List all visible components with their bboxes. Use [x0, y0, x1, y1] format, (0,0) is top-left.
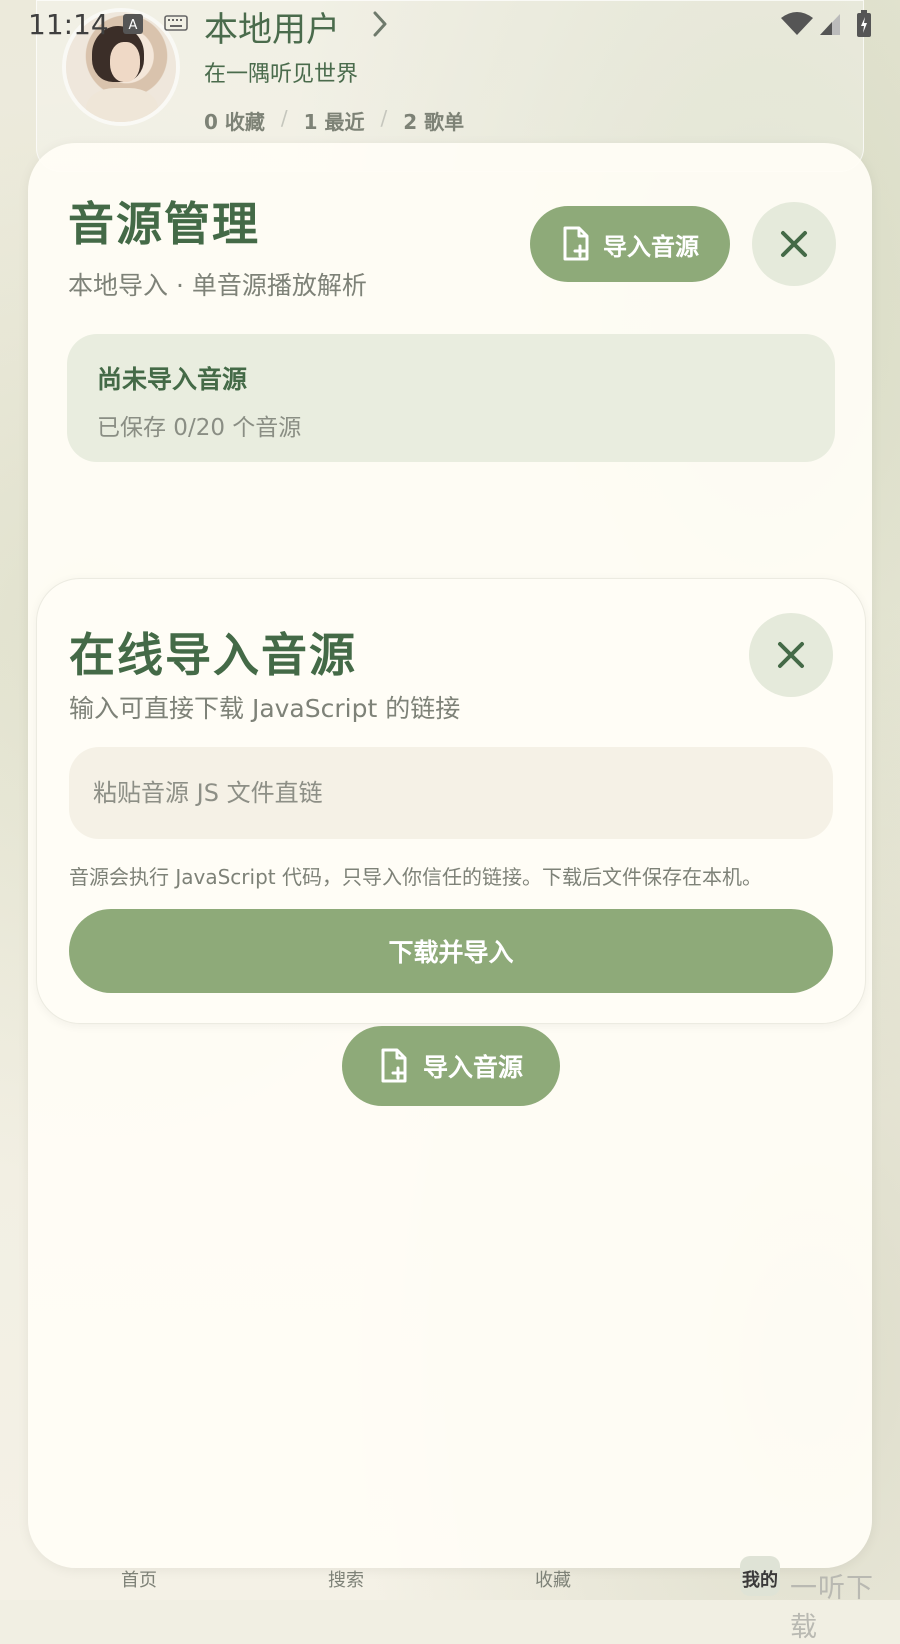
file-add-icon — [563, 226, 589, 261]
watermark: 一听下载 — [790, 1573, 874, 1643]
stat-recent[interactable]: 1 最近 — [304, 106, 365, 135]
accessibility-notification-icon: A — [123, 14, 143, 34]
sheet-subtitle: 本地导入 · 单音源播放解析 — [68, 271, 367, 300]
stat-favorites[interactable]: 0 收藏 — [204, 106, 265, 135]
dialog-title: 在线导入音源 — [69, 628, 357, 682]
user-bio: 在一隅听见世界 — [204, 62, 359, 87]
import-source-button[interactable]: 导入音源 — [530, 206, 730, 282]
nav-home[interactable]: 首页 — [89, 1566, 189, 1592]
keyboard-icon — [164, 15, 188, 31]
floating-import-source-label: 导入音源 — [422, 1053, 523, 1082]
sheet-title: 音源管理 — [68, 197, 260, 251]
close-dialog-button[interactable] — [749, 613, 833, 697]
status-time: 11:14 — [28, 8, 109, 41]
signal-icon — [820, 14, 840, 35]
status-bar: 11:14 A — [0, 0, 900, 48]
security-warning: 音源会执行 JavaScript 代码，只导入你信任的链接。下载后文件保存在本机… — [69, 865, 762, 889]
nav-favorites[interactable]: 收藏 — [503, 1566, 603, 1592]
source-status-count: 已保存 0/20 个音源 — [97, 415, 302, 441]
download-import-button-label: 下载并导入 — [388, 938, 514, 967]
import-source-button-label: 导入音源 — [603, 232, 699, 261]
floating-import-source-button[interactable]: 导入音源 — [342, 1026, 560, 1106]
user-stats: 0 收藏 / 1 最近 / 2 歌单 — [204, 106, 465, 135]
stat-playlists[interactable]: 2 歌单 — [403, 106, 464, 135]
file-add-icon — [381, 1048, 407, 1083]
dialog-subtitle: 输入可直接下载 JavaScript 的链接 — [69, 694, 461, 723]
download-import-button[interactable]: 下载并导入 — [69, 909, 833, 993]
close-icon — [778, 642, 804, 668]
source-status-title: 尚未导入音源 — [97, 365, 248, 394]
source-url-input[interactable] — [69, 747, 833, 839]
online-import-dialog: 在线导入音源 输入可直接下载 JavaScript 的链接 音源会执行 Java… — [36, 578, 866, 1024]
svg-text:A: A — [129, 18, 138, 33]
close-icon — [781, 231, 807, 257]
close-sheet-button[interactable] — [752, 202, 836, 286]
nav-search[interactable]: 搜索 — [296, 1566, 396, 1592]
wifi-icon — [781, 12, 813, 35]
source-status-box: 尚未导入音源 已保存 0/20 个音源 — [67, 334, 835, 462]
battery-icon — [857, 10, 871, 37]
